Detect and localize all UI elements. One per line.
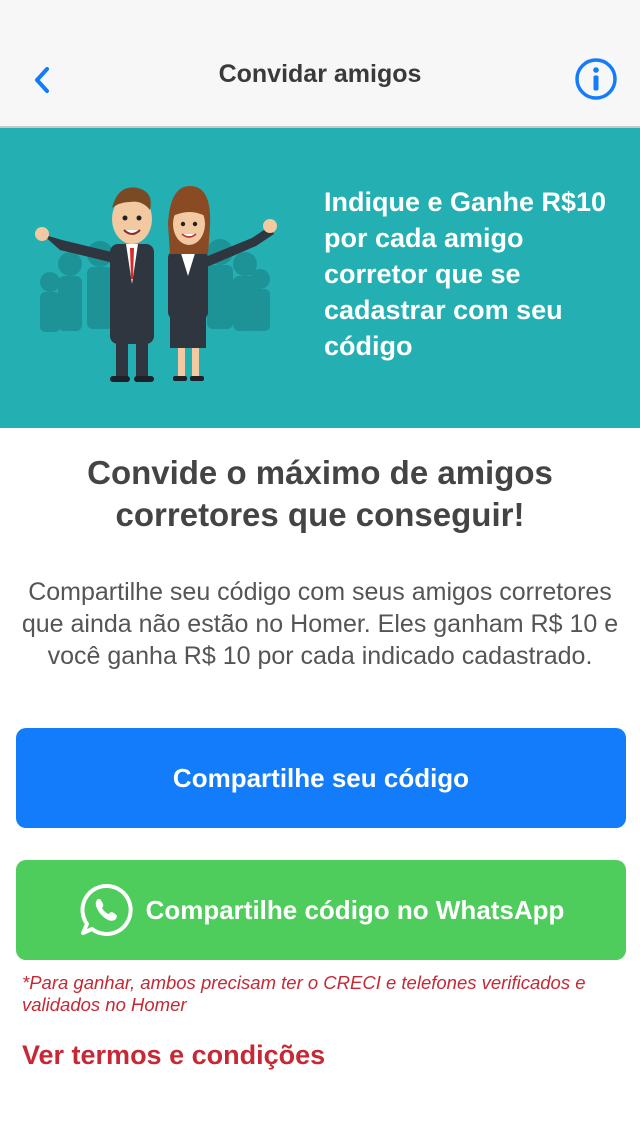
disclaimer-note: *Para ganhar, ambos precisam ter o CRECI… — [22, 972, 586, 1015]
info-button[interactable] — [574, 57, 618, 101]
headline-line-2: corretores que conseguir! — [115, 496, 525, 533]
promo-banner: Indique e Ganhe R$10 por cada amigo corr… — [0, 128, 640, 428]
navigation-bar: Convidar amigos — [0, 0, 640, 128]
business-people-illustration — [35, 186, 277, 382]
description-text: Compartilhe seu código com seus amigos c… — [21, 578, 619, 670]
promo-text: Indique e Ganhe R$10 por cada amigo corr… — [324, 187, 607, 361]
headline-line-1: Convide o máximo de amigos — [87, 454, 553, 491]
whatsapp-share-button-label: Compartilhe código no WhatsApp — [145, 894, 565, 925]
whatsapp-icon — [80, 883, 133, 936]
share-code-button[interactable]: Compartilhe seu código — [16, 728, 626, 828]
headline: Convide o máximo de amigos corretores qu… — [0, 452, 640, 536]
share-code-button-label: Compartilhe seu código — [172, 762, 470, 793]
page-title: Convidar amigos — [218, 60, 422, 88]
terms-link[interactable]: Ver termos e condições — [22, 1040, 325, 1071]
info-icon — [575, 58, 617, 100]
whatsapp-share-button[interactable]: Compartilhe código no WhatsApp — [16, 860, 626, 960]
